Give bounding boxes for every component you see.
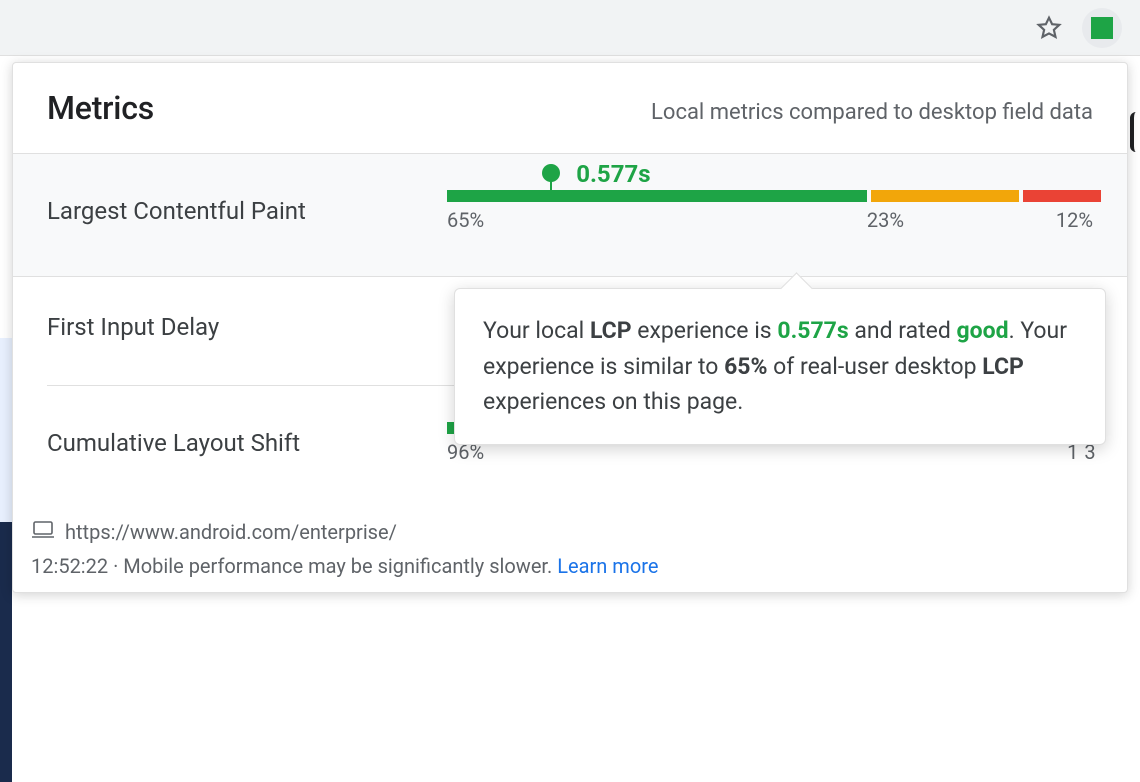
tooltip-rating: good xyxy=(957,317,1009,344)
segment-red xyxy=(1023,190,1101,202)
segment-green xyxy=(447,190,867,202)
page-background-stripe xyxy=(0,338,12,522)
tooltip-percent: 65% xyxy=(724,353,767,380)
panel-header: Metrics Local metrics compared to deskto… xyxy=(13,63,1127,153)
extension-color-icon xyxy=(1091,17,1113,39)
metric-name: Cumulative Layout Shift xyxy=(47,429,447,457)
separator: · xyxy=(108,554,123,578)
panel-footer: https://www.android.com/enterprise/ 12:5… xyxy=(13,508,1127,578)
distribution-labels: 65%23% 12% xyxy=(447,208,1093,232)
distribution-bar xyxy=(447,190,1093,202)
metric-name: Largest Contentful Paint xyxy=(47,197,447,225)
laptop-icon xyxy=(31,520,55,544)
tooltip-text-6: experiences on this page. xyxy=(483,388,743,415)
metric-marker xyxy=(550,172,552,202)
page-url: https://www.android.com/enterprise/ xyxy=(65,520,397,544)
learn-more-link[interactable]: Learn more xyxy=(557,554,658,578)
segment-orange xyxy=(871,190,1020,202)
tooltip-value: 0.577s xyxy=(777,317,848,344)
url-line: https://www.android.com/enterprise/ xyxy=(31,520,1093,544)
tooltip-text-5: of real-user desktop xyxy=(767,353,982,380)
metric-tooltip: Your local LCP experience is 0.577s and … xyxy=(454,288,1106,445)
segment-label: 23% xyxy=(867,208,1016,232)
tooltip-metric-2: LCP xyxy=(982,353,1024,380)
metric-value: 0.577s xyxy=(576,160,650,188)
tooltip-metric: LCP xyxy=(590,317,632,344)
page-background-glyph xyxy=(1130,112,1140,152)
metric-row-lcp[interactable]: Largest Contentful Paint 0.577s 65%23% 12% xyxy=(13,153,1127,277)
panel-title: Metrics xyxy=(47,89,154,127)
panel-subtitle: Local metrics compared to desktop field … xyxy=(651,100,1093,125)
bookmark-star-icon[interactable] xyxy=(1036,15,1062,41)
segment-label: 12% xyxy=(1056,208,1093,232)
metric-name: First Input Delay xyxy=(47,313,447,341)
timestamp: 12:52:22 xyxy=(31,554,108,578)
tooltip-text-1: Your local xyxy=(483,317,590,344)
tooltip-text-3: and rated xyxy=(849,317,957,344)
browser-chrome xyxy=(0,0,1140,56)
tooltip-text-2: experience is xyxy=(632,317,778,344)
metric-bar: 0.577s65%23%12% xyxy=(447,190,1093,232)
profile-avatar[interactable] xyxy=(1082,8,1122,48)
segment-label: 65% xyxy=(447,208,867,232)
mobile-note: Mobile performance may be significantly … xyxy=(123,554,557,578)
page-background-dark xyxy=(0,522,12,782)
meta-line: 12:52:22 · Mobile performance may be sig… xyxy=(31,554,1093,578)
